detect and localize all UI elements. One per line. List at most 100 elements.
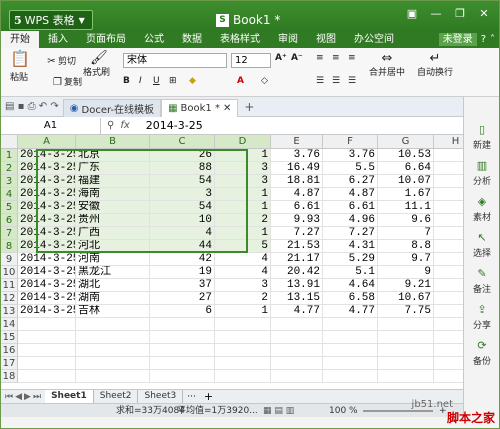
folder-icon[interactable]: ▤ [5,101,14,112]
table-cell[interactable]: 1 [215,227,271,240]
first-sheet-icon[interactable]: ⏮ [5,392,13,402]
new-tab-icon[interactable]: + [238,100,260,114]
table-cell[interactable]: 21.53 [271,240,323,253]
table-cell[interactable] [378,331,434,344]
table-cell[interactable] [215,357,271,370]
table-cell[interactable]: 10 [150,214,215,227]
table-cell[interactable]: 6 [150,305,215,318]
font-size-select[interactable]: 12 [231,53,271,68]
table-cell[interactable]: 5 [215,240,271,253]
table-cell[interactable] [271,357,323,370]
table-cell[interactable]: 4 [215,266,271,279]
table-cell[interactable]: 6.64 [378,162,434,175]
row-header[interactable]: 13 [1,305,18,318]
table-cell[interactable] [215,344,271,357]
table-cell[interactable] [215,318,271,331]
menu-view[interactable]: 视图 [307,31,345,48]
tab-docer[interactable]: ◉ Docer-在线模板 [62,98,162,117]
table-cell[interactable]: 42 [150,253,215,266]
table-cell[interactable]: 10.53 [378,149,434,162]
table-cell[interactable] [434,357,463,370]
row-header[interactable]: 15 [1,331,18,344]
table-cell[interactable]: 1 [215,305,271,318]
table-cell[interactable]: 北京 [76,149,150,162]
tab-close-icon[interactable]: ✕ [223,103,231,114]
sheet-tab-1[interactable]: Sheet1 [45,390,94,403]
table-cell[interactable] [378,344,434,357]
table-cell[interactable]: 5.5 [323,162,378,175]
align-center-icon[interactable]: ☰ [332,76,340,86]
table-cell[interactable] [18,318,76,331]
table-cell[interactable]: 2014-3-25 [18,266,76,279]
side-select[interactable]: ↖ 选择 [464,231,500,259]
formula-input[interactable]: 2014-3-25 [136,119,203,132]
table-cell[interactable]: 福建 [76,175,150,188]
menu-office-space[interactable]: 办公空间 [345,31,403,48]
table-cell[interactable]: 9 [378,266,434,279]
column-header-g[interactable]: G [378,135,434,149]
table-cell[interactable] [76,318,150,331]
table-cell[interactable]: 广西 [76,227,150,240]
row-header[interactable]: 11 [1,279,18,292]
column-header-b[interactable]: B [76,135,150,149]
column-header-f[interactable]: F [323,135,378,149]
table-cell[interactable]: 9.6 [378,214,434,227]
table-cell[interactable] [378,318,434,331]
column-header-e[interactable]: E [271,135,323,149]
table-cell[interactable]: 2 [215,214,271,227]
table-cell[interactable] [323,318,378,331]
table-cell[interactable] [378,357,434,370]
table-cell[interactable]: 3 [215,279,271,292]
column-header-a[interactable]: A [18,135,76,149]
italic-icon[interactable]: I [139,76,142,86]
merge-center-button[interactable]: ⇔ 合并居中 [369,52,405,78]
add-sheet-button[interactable]: + [200,390,217,403]
table-cell[interactable]: 3.76 [271,149,323,162]
table-cell[interactable] [434,240,463,253]
name-box[interactable]: A1 [1,117,101,134]
table-cell[interactable]: 6.61 [323,201,378,214]
table-cell[interactable]: 44 [150,240,215,253]
auto-wrap-button[interactable]: ↵ 自动换行 [417,52,453,78]
tab-book1[interactable]: ▦ Book1 * ✕ [161,98,239,117]
table-cell[interactable]: 9.93 [271,214,323,227]
table-cell[interactable] [271,344,323,357]
side-note[interactable]: ✎ 备注 [464,267,500,295]
row-header[interactable]: 3 [1,175,18,188]
clear-format-icon[interactable]: ◇ [261,76,268,86]
table-cell[interactable]: 13.91 [271,279,323,292]
border-icon[interactable]: ⊞ [169,76,177,86]
close-icon[interactable]: ✕ [473,5,495,21]
table-cell[interactable] [434,318,463,331]
table-cell[interactable]: 37 [150,279,215,292]
table-cell[interactable]: 2014-3-25 [18,227,76,240]
table-cell[interactable]: 54 [150,175,215,188]
table-cell[interactable]: 4.64 [323,279,378,292]
table-cell[interactable]: 4 [150,227,215,240]
table-cell[interactable] [434,331,463,344]
table-cell[interactable]: 4.31 [323,240,378,253]
row-header[interactable]: 18 [1,370,18,383]
spreadsheet-grid[interactable]: A B C D E F G H 1 2014-3-25 北京 26 1 3.76 3.76 10.53 2 201… [1,135,463,389]
table-cell[interactable] [271,331,323,344]
minimize-icon[interactable]: — [425,5,447,21]
font-name-select[interactable]: 宋体 [123,53,227,68]
next-sheet-icon[interactable]: ▶ [24,392,31,402]
paste-button[interactable]: 📋 粘贴 [7,51,31,84]
save-icon[interactable]: ▪ [18,101,25,112]
view-mode-icons[interactable]: ▦ ▤ ▥ [263,404,294,418]
table-cell[interactable] [271,318,323,331]
login-button[interactable]: 未登录 [438,33,477,46]
row-header[interactable]: 9 [1,253,18,266]
table-cell[interactable] [434,188,463,201]
side-new[interactable]: ▯ 新建 [464,123,500,151]
fill-color-icon[interactable]: ◆ [189,76,196,86]
grow-font-icon[interactable]: A⁺ [275,53,287,63]
zoom-slider[interactable] [363,410,433,412]
table-cell[interactable]: 6.27 [323,175,378,188]
table-cell[interactable]: 10.67 [378,292,434,305]
table-cell[interactable] [76,357,150,370]
side-backup[interactable]: ⟳ 备份 [464,339,500,367]
table-cell[interactable]: 6.61 [271,201,323,214]
table-cell[interactable] [434,266,463,279]
